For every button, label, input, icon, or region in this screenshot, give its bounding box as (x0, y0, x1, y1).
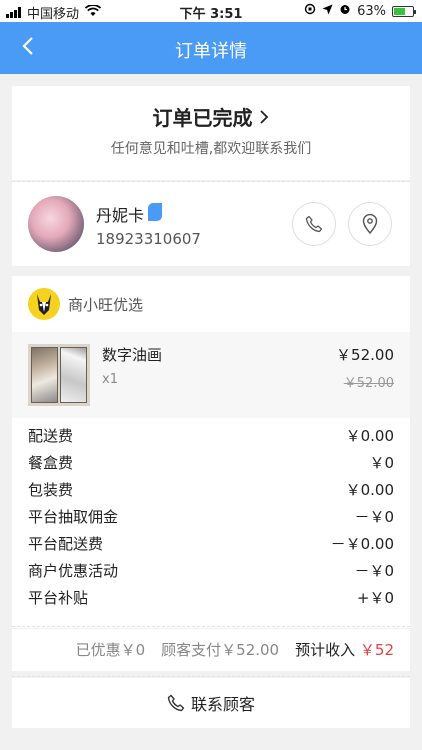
customer-name: 丹妮卡 (96, 206, 145, 225)
fee-label: 餐盒费 (28, 454, 74, 472)
contact-customer-label: 联系顾客 (190, 695, 255, 714)
product-name: 数字油画 (102, 346, 163, 364)
customer-location-button[interactable] (348, 202, 392, 246)
fee-row-packaging: 包装费 ￥0.00 (28, 476, 394, 503)
fee-label: 平台补贴 (28, 589, 89, 607)
customer-avatar (28, 196, 84, 252)
shop-name: 商小旺优选 (68, 296, 144, 314)
customer-paid: 顾客支付￥52.00 (161, 641, 280, 659)
phone-icon (305, 215, 323, 233)
contact-customer-button[interactable]: 联系顾客 (12, 678, 410, 728)
status-bar: 中国移动 下午 3:51 63% (0, 0, 422, 22)
map-pin-icon (362, 214, 378, 234)
discount-total: 已优惠￥0 (75, 641, 146, 659)
product-item: 数字油画 x1 ￥52.00 ￥52.00 (12, 332, 410, 418)
fee-label: 商户优惠活动 (28, 562, 119, 580)
shop-logo (28, 288, 60, 320)
fee-value: －￥0.00 (330, 535, 394, 553)
order-status-subtitle: 任何意见和吐槽,都欢迎联系我们 (110, 141, 312, 157)
order-status-title[interactable]: 订单已完成 (12, 102, 410, 131)
fee-value: ￥0.00 (345, 481, 394, 499)
product-image (28, 344, 90, 406)
expected-income: 预计收入 ￥52 (295, 639, 394, 660)
fee-row-platform-delivery: 平台配送费 －￥0.00 (28, 530, 394, 557)
dog-logo-icon (37, 294, 51, 315)
order-status-card[interactable]: 订单已完成 任何意见和吐槽,都欢迎联系我们 (12, 86, 410, 180)
fee-label: 配送费 (28, 427, 74, 445)
battery-icon (392, 5, 416, 17)
customer-phone: 18923310607 (96, 230, 201, 248)
customer-card: 丹妮卡 18923310607 (12, 182, 410, 266)
fee-row-meal-box: 餐盒费 ￥0 (28, 449, 394, 476)
battery-percent: 63% (357, 3, 386, 19)
expected-income-label: 预计收入 (295, 641, 356, 659)
fee-value: ￥0.00 (345, 427, 394, 445)
fee-value: +￥0 (356, 589, 394, 607)
page-title: 订单详情 (175, 41, 247, 62)
expected-income-value: ￥52 (359, 641, 394, 659)
order-summary: 已优惠￥0 顾客支付￥52.00 预计收入 ￥52 (12, 629, 410, 671)
divider (12, 626, 410, 627)
phone-icon (167, 694, 185, 712)
fee-row-merchant-promo: 商户优惠活动 －￥0 (28, 557, 394, 584)
fee-row-delivery: 配送费 ￥0.00 (28, 422, 394, 449)
fee-label: 平台抽取佣金 (28, 508, 119, 526)
shop-header: 商小旺优选 (12, 276, 410, 332)
product-original-price: ￥52.00 (343, 376, 394, 391)
fee-row-commission: 平台抽取佣金 －￥0 (28, 503, 394, 530)
customer-badge-icon (148, 203, 162, 221)
orientation-lock-icon (304, 3, 316, 19)
fee-value: ￥0 (369, 454, 394, 472)
fee-value: －￥0 (354, 508, 394, 526)
fee-row-platform-subsidy: 平台补贴 +￥0 (28, 584, 394, 611)
fee-label: 包装费 (28, 481, 74, 499)
fee-value: －￥0 (354, 562, 394, 580)
product-quantity: x1 (102, 372, 118, 387)
alarm-icon (339, 3, 351, 19)
divider (12, 676, 410, 677)
nav-bar: 订单详情 (0, 22, 422, 74)
location-arrow-icon (322, 4, 333, 19)
chevron-right-icon (260, 110, 269, 124)
order-status-label: 订单已完成 (152, 106, 253, 130)
product-price: ￥52.00 (336, 346, 394, 364)
fee-breakdown: 配送费 ￥0.00 餐盒费 ￥0 包装费 ￥0.00 平台抽取佣金 －￥0 平台配送费 －… (12, 418, 410, 628)
fee-label: 平台配送费 (28, 535, 104, 553)
call-customer-button[interactable] (292, 202, 336, 246)
